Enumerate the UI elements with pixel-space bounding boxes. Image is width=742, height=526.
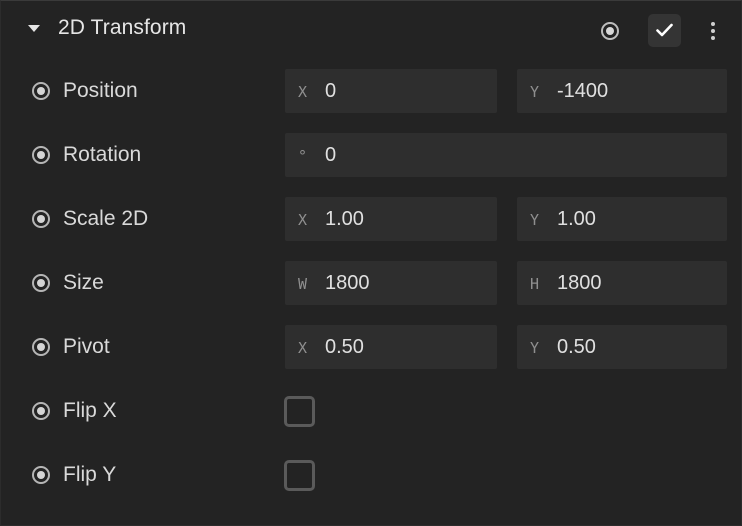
property-row-size: Size W 1800 H 1800 xyxy=(1,261,741,305)
scale-y-field[interactable]: Y 1.00 xyxy=(517,197,727,241)
property-row-pivot: Pivot X 0.50 Y 0.50 xyxy=(1,325,741,369)
more-vertical-icon[interactable] xyxy=(705,20,721,42)
field-prefix: ° xyxy=(298,147,308,165)
field-value: 1800 xyxy=(325,272,370,294)
position-x-field[interactable]: X 0 xyxy=(285,69,497,113)
field-prefix: X xyxy=(298,339,308,357)
keyframe-radio-icon[interactable] xyxy=(32,466,50,484)
keyframe-radio-icon[interactable] xyxy=(32,82,50,100)
keyframe-radio-icon[interactable] xyxy=(32,274,50,292)
checkmark-icon xyxy=(656,23,673,37)
field-value: 1.00 xyxy=(557,208,596,230)
property-label: Position xyxy=(63,79,138,102)
rotation-field[interactable]: ° 0 xyxy=(285,133,727,177)
radio-dot-icon[interactable] xyxy=(601,22,619,40)
field-value: -1400 xyxy=(557,80,609,102)
size-height-field[interactable]: H 1800 xyxy=(517,261,727,305)
keyframe-radio-icon[interactable] xyxy=(32,402,50,420)
property-label: Flip X xyxy=(63,399,117,422)
component-title: 2D Transform xyxy=(58,16,187,39)
field-prefix: H xyxy=(530,275,540,293)
field-value: 1.00 xyxy=(325,208,364,230)
pivot-y-field[interactable]: Y 0.50 xyxy=(517,325,727,369)
field-prefix: Y xyxy=(530,211,540,229)
keyframe-radio-icon[interactable] xyxy=(32,338,50,356)
field-prefix: X xyxy=(298,83,308,101)
property-label: Pivot xyxy=(63,335,110,358)
field-value: 0 xyxy=(325,144,337,166)
property-label: Rotation xyxy=(63,143,142,166)
field-value: 0.50 xyxy=(325,336,364,358)
property-label: Size xyxy=(63,271,104,294)
property-label: Scale 2D xyxy=(63,207,149,230)
flip-y-checkbox[interactable] xyxy=(284,460,315,491)
property-label: Flip Y xyxy=(63,463,117,486)
field-prefix: Y xyxy=(530,83,540,101)
field-prefix: W xyxy=(298,275,308,293)
field-value: 1800 xyxy=(557,272,602,294)
property-row-scale: Scale 2D X 1.00 Y 1.00 xyxy=(1,197,741,241)
position-y-field[interactable]: Y -1400 xyxy=(517,69,727,113)
field-value: 0 xyxy=(325,80,337,102)
enable-toggle[interactable] xyxy=(648,14,681,47)
scale-x-field[interactable]: X 1.00 xyxy=(285,197,497,241)
caret-down-icon[interactable] xyxy=(28,25,40,32)
property-row-flip-y: Flip Y xyxy=(1,453,741,497)
flip-x-checkbox[interactable] xyxy=(284,396,315,427)
property-row-position: Position X 0 Y -1400 xyxy=(1,69,741,113)
field-prefix: Y xyxy=(530,339,540,357)
transform-panel: 2D Transform Position X 0 Y -1400 Rotati… xyxy=(0,0,742,526)
component-header: 2D Transform xyxy=(1,1,741,57)
keyframe-radio-icon[interactable] xyxy=(32,146,50,164)
field-prefix: X xyxy=(298,211,308,229)
keyframe-radio-icon[interactable] xyxy=(32,210,50,228)
property-row-flip-x: Flip X xyxy=(1,389,741,433)
size-width-field[interactable]: W 1800 xyxy=(285,261,497,305)
pivot-x-field[interactable]: X 0.50 xyxy=(285,325,497,369)
property-row-rotation: Rotation ° 0 xyxy=(1,133,741,177)
field-value: 0.50 xyxy=(557,336,596,358)
